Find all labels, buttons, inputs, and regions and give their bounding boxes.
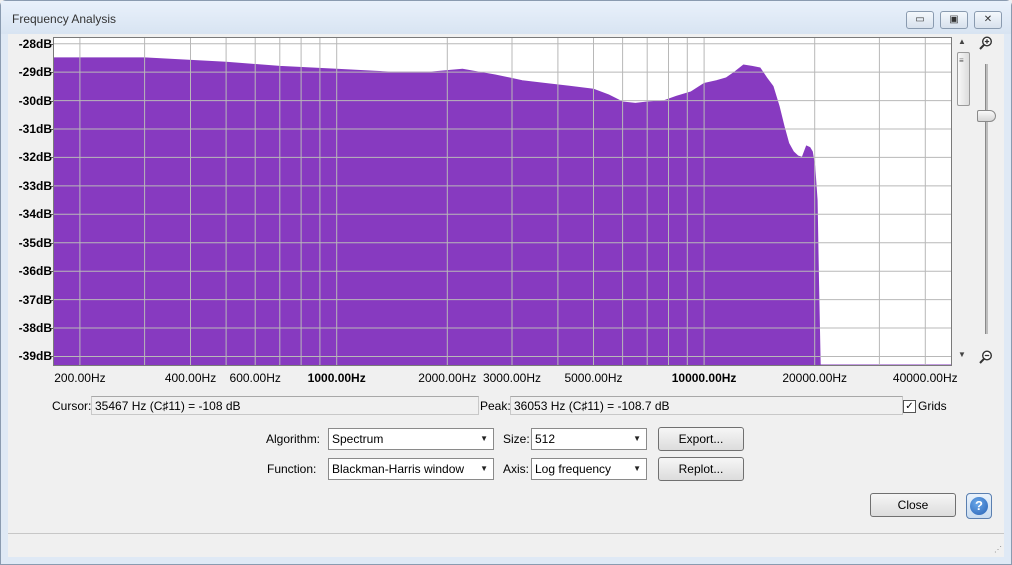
close-window-button[interactable]: ✕ xyxy=(974,11,1002,29)
x-tick-label: 40000.00Hz xyxy=(892,371,958,385)
chevron-down-icon: ▼ xyxy=(480,464,488,473)
y-tick-label: -37dB xyxy=(18,292,52,307)
axis-label: Axis: xyxy=(503,462,530,476)
cursor-label: Cursor: xyxy=(52,399,92,413)
y-tick-label: -36dB xyxy=(18,264,52,279)
x-tick-label: 1000.00Hz xyxy=(307,371,366,385)
peak-label: Peak: xyxy=(480,399,511,413)
chevron-down-icon: ▼ xyxy=(633,464,641,473)
x-tick-label: 200.00Hz xyxy=(54,371,106,385)
scrollbar-grip-icon: ≡ xyxy=(959,56,964,65)
zoom-slider-handle[interactable] xyxy=(977,110,996,122)
size-value: 512 xyxy=(535,432,556,446)
algorithm-label: Algorithm: xyxy=(266,432,321,446)
y-tick-label: -32dB xyxy=(18,150,52,165)
help-button[interactable]: ? xyxy=(966,493,992,519)
chevron-down-icon: ▼ xyxy=(480,434,488,443)
function-value: Blackman-Harris window xyxy=(332,462,465,476)
y-axis-labels: -28dB -29dB -30dB -31dB -32dB -33dB -34dB -35dB… xyxy=(8,34,55,374)
grids-label[interactable]: Grids xyxy=(918,399,947,413)
close-button[interactable]: Close xyxy=(870,493,956,517)
y-tick-label: -33dB xyxy=(18,178,52,193)
frequency-analysis-window: Frequency Analysis ▭ ▣ ✕ -28dB -29dB -30dB… xyxy=(0,0,1012,565)
zoom-out-icon[interactable] xyxy=(979,350,993,364)
x-tick-label: 20000.00Hz xyxy=(782,371,848,385)
size-label: Size: xyxy=(503,432,530,446)
minimize-button[interactable]: ▭ xyxy=(906,11,934,29)
scroll-down-arrow[interactable]: ▼ xyxy=(958,350,966,359)
x-tick-label: 3000.00Hz xyxy=(482,371,542,385)
readout-row: Cursor: 35467 Hz (C♯11) = -108 dB Peak: … xyxy=(50,396,950,416)
algorithm-select[interactable]: Spectrum ▼ xyxy=(328,428,494,450)
x-tick-label: 5000.00Hz xyxy=(564,371,623,385)
dialog-body: -28dB -29dB -30dB -31dB -32dB -33dB -34dB -35dB… xyxy=(8,34,1004,557)
y-tick-label: -28dB xyxy=(18,36,52,51)
y-tick-label: -34dB xyxy=(18,207,52,222)
function-select[interactable]: Blackman-Harris window ▼ xyxy=(328,458,494,480)
function-label: Function: xyxy=(267,462,317,476)
status-bar: ⋰ xyxy=(8,533,1004,556)
x-tick-label: 10000.00Hz xyxy=(671,371,737,385)
y-tick-label: -38dB xyxy=(18,321,52,336)
title-bar[interactable]: Frequency Analysis ▭ ▣ ✕ xyxy=(1,1,1011,34)
x-axis-labels: 200.00Hz 400.00Hz 600.00Hz 1000.00Hz 2000.00… xyxy=(53,367,957,387)
y-tick-label: -30dB xyxy=(18,93,52,108)
spectrum-area xyxy=(54,57,951,365)
y-tick-label: -31dB xyxy=(18,121,52,136)
replot-button[interactable]: Replot... xyxy=(658,457,744,481)
peak-readout: 36053 Hz (C♯11) = -108.7 dB xyxy=(510,396,903,415)
spectrum-chart xyxy=(54,38,951,365)
resize-grip-icon[interactable]: ⋰ xyxy=(994,545,1002,554)
help-icon: ? xyxy=(970,497,988,515)
export-button[interactable]: Export... xyxy=(658,427,744,451)
zoom-slider-track[interactable] xyxy=(985,64,988,334)
grids-checkbox[interactable]: ✓ xyxy=(903,400,916,413)
y-tick-label: -29dB xyxy=(18,65,52,80)
spectrum-plot[interactable] xyxy=(53,37,952,366)
x-tick-label: 2000.00Hz xyxy=(418,371,477,385)
zoom-controls: ▲ ≡ ▼ xyxy=(954,34,1002,374)
chevron-down-icon: ▼ xyxy=(633,434,641,443)
cursor-readout: 35467 Hz (C♯11) = -108 dB xyxy=(91,396,479,415)
vertical-scrollbar[interactable]: ▲ ≡ ▼ xyxy=(956,37,970,362)
window-title: Frequency Analysis xyxy=(12,12,117,26)
algorithm-value: Spectrum xyxy=(332,432,384,446)
axis-select[interactable]: Log frequency ▼ xyxy=(531,458,647,480)
x-tick-label: 600.00Hz xyxy=(229,371,281,385)
axis-value: Log frequency xyxy=(535,462,612,476)
scroll-up-arrow[interactable]: ▲ xyxy=(958,37,966,46)
x-tick-label: 400.00Hz xyxy=(164,371,217,385)
maximize-button[interactable]: ▣ xyxy=(940,11,968,29)
y-tick-label: -35dB xyxy=(18,235,52,250)
zoom-in-icon[interactable] xyxy=(979,36,993,50)
y-tick-label: -39dB xyxy=(18,349,52,364)
size-select[interactable]: 512 ▼ xyxy=(531,428,647,450)
